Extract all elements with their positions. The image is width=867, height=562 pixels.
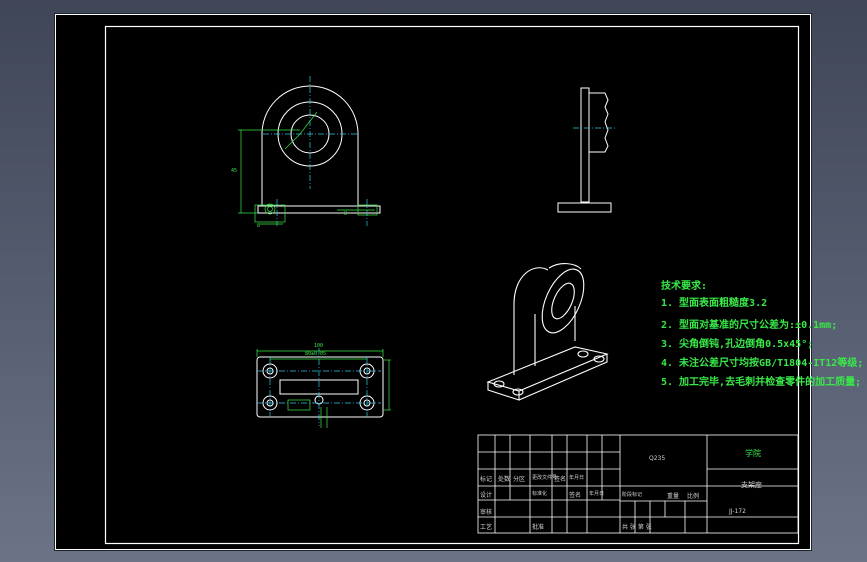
top-view-dimensions <box>256 349 391 428</box>
top-view-base-outline <box>256 356 384 418</box>
title-row-review: 审核 <box>480 509 493 516</box>
tech-requirement-5: 5. 加工完毕,去毛刺并检查零件的加工质量; <box>661 377 862 388</box>
iso-hub-top-edge <box>548 263 582 270</box>
title-cell-date: 年月日 <box>569 475 585 481</box>
iso-base-right-face <box>518 354 608 401</box>
side-view <box>557 87 612 213</box>
title-row-design: 设计 <box>480 492 493 499</box>
title-school: 学院 <box>745 449 761 458</box>
title-row-process: 工艺 <box>480 524 493 531</box>
tech-requirement-4: 4. 未注公差尺寸均按GB/T1804-IT12等级; <box>661 358 864 369</box>
dim-front-right-base: 8 <box>344 211 348 217</box>
dim-top-overall: 100 <box>314 343 324 349</box>
side-view-upright <box>580 87 590 203</box>
front-view-centerlines <box>263 76 368 226</box>
tech-requirement-3: 3. 尖角倒钝,孔边倒角0.5x45°; <box>661 339 814 350</box>
side-view-base <box>557 202 612 213</box>
title-cell-date2: 年月日 <box>589 491 605 497</box>
dim-top-hole-spacing: 80±0.05 <box>305 351 327 357</box>
title-sheet: 共 张 第 张 <box>622 524 652 531</box>
top-view-centerlines <box>257 348 381 426</box>
title-cell-standard: 标准化 <box>532 491 548 497</box>
iso-base-top <box>486 346 609 392</box>
isometric-view <box>486 263 609 401</box>
top-view <box>256 356 384 418</box>
title-scale: 比例 <box>687 493 700 500</box>
tech-requirement-2: 2. 型面对基准的尺寸公差为:±0.1mm; <box>661 320 838 331</box>
title-weight: 重量 <box>667 493 680 500</box>
tech-requirement-1: 1. 型面表面粗糙度3.2 <box>661 298 768 309</box>
front-view-dimensions <box>238 111 378 225</box>
cad-viewport[interactable]: 技术要求: 1. 型面表面粗糙度3.2 2. 型面对基准的尺寸公差为:±0.1m… <box>55 14 863 550</box>
iso-mount-hole-3 <box>577 350 589 358</box>
front-view <box>257 85 381 214</box>
tech-requirements-heading: 技术要求: <box>661 281 708 292</box>
title-drawing-no: JJ-172 <box>729 508 746 515</box>
iso-hub-front-face <box>541 268 585 334</box>
side-view-hub-break <box>589 92 609 153</box>
title-stage-mark: 阶段标记 <box>622 492 643 498</box>
title-part-name: 支架座 <box>741 481 762 489</box>
iso-mount-hole-2 <box>512 388 524 396</box>
title-row-mark: 标记 <box>480 476 493 483</box>
title-cell-zone: 分区 <box>513 476 526 483</box>
front-view-base <box>257 205 381 214</box>
title-cell-count: 处数 <box>498 476 511 483</box>
title-cell-approve: 批准 <box>532 524 545 531</box>
title-cell-sign: 签名 <box>554 476 567 483</box>
title-cell-sign2: 签名 <box>569 492 582 499</box>
dim-front-height: 45 <box>231 168 238 174</box>
dim-front-left-base: 8 <box>257 223 261 229</box>
title-material: Q235 <box>649 455 666 462</box>
